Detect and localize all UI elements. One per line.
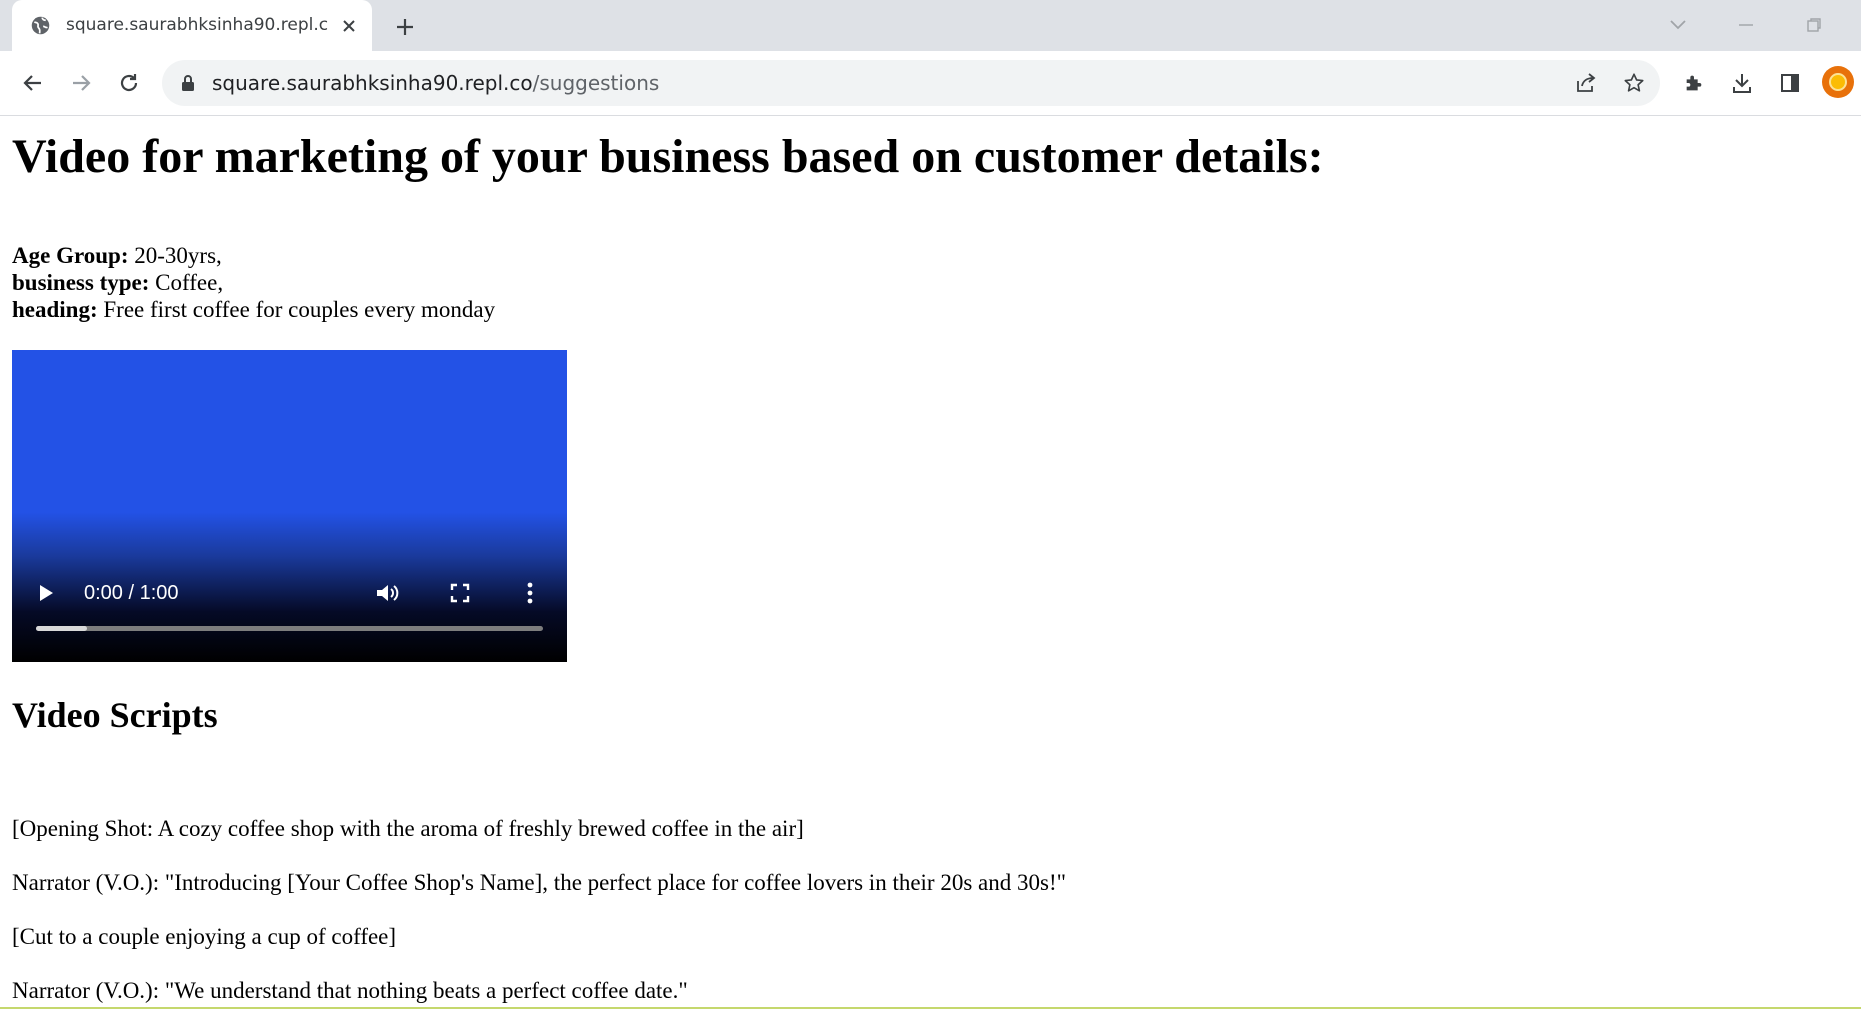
forward-arrow-icon[interactable] bbox=[63, 65, 99, 101]
reload-icon[interactable] bbox=[111, 65, 147, 101]
url-text: square.saurabhksinha90.repl.co/suggestio… bbox=[212, 60, 659, 106]
script-line: Narrator (V.O.): "Introducing [Your Coff… bbox=[12, 870, 1067, 895]
script-line: Narrator (V.O.): "We understand that not… bbox=[12, 978, 688, 1003]
detail-value: Coffee, bbox=[149, 270, 224, 295]
tab-search-icon[interactable] bbox=[1660, 10, 1696, 40]
tab-title: square.saurabhksinha90.repl.co/ bbox=[66, 15, 328, 35]
browser-toolbar: square.saurabhksinha90.repl.co/suggestio… bbox=[0, 51, 1861, 116]
volume-icon[interactable] bbox=[372, 578, 404, 608]
address-bar[interactable]: square.saurabhksinha90.repl.co/suggestio… bbox=[162, 60, 1660, 106]
globe-icon bbox=[30, 15, 51, 36]
fullscreen-icon[interactable] bbox=[444, 578, 476, 608]
new-tab-button[interactable] bbox=[390, 12, 420, 42]
detail-heading: heading: Free first coffee for couples e… bbox=[12, 296, 495, 323]
script-line: [Opening Shot: A cozy coffee shop with t… bbox=[12, 816, 804, 841]
play-icon[interactable] bbox=[32, 578, 60, 608]
detail-label: business type: bbox=[12, 270, 150, 295]
page-content: Video for marketing of your business bas… bbox=[0, 116, 1861, 1012]
back-arrow-icon[interactable] bbox=[15, 65, 51, 101]
scripts-heading: Video Scripts bbox=[12, 695, 218, 735]
close-tab-icon[interactable] bbox=[336, 13, 361, 38]
browser-tab[interactable]: square.saurabhksinha90.repl.co/ bbox=[12, 0, 372, 51]
detail-age-group: Age Group: 20-30yrs, bbox=[12, 242, 495, 269]
more-options-icon[interactable] bbox=[520, 578, 540, 608]
script-line: [Cut to a couple enjoying a cup of coffe… bbox=[12, 924, 397, 949]
video-progress-bar[interactable] bbox=[36, 626, 543, 631]
customer-details: Age Group: 20-30yrs, business type: Coff… bbox=[12, 242, 495, 323]
url-host: square.saurabhksinha90.repl.co bbox=[212, 71, 533, 95]
detail-label: heading: bbox=[12, 297, 98, 322]
share-icon[interactable] bbox=[1571, 68, 1601, 98]
profile-avatar[interactable] bbox=[1822, 66, 1854, 98]
bottom-divider bbox=[0, 1007, 1861, 1009]
download-icon[interactable] bbox=[1724, 65, 1760, 101]
tab-strip: square.saurabhksinha90.repl.co/ bbox=[0, 0, 1861, 51]
side-panel-icon[interactable] bbox=[1772, 65, 1808, 101]
video-time: 0:00 / 1:00 bbox=[84, 582, 179, 604]
video-buffered bbox=[36, 626, 87, 631]
bookmark-star-icon[interactable] bbox=[1619, 68, 1649, 98]
video-player[interactable]: 0:00 / 1:00 bbox=[12, 350, 567, 662]
detail-label: Age Group: bbox=[12, 243, 129, 268]
extensions-puzzle-icon[interactable] bbox=[1676, 65, 1712, 101]
detail-value: 20-30yrs, bbox=[128, 243, 222, 268]
lock-icon[interactable] bbox=[180, 74, 196, 92]
detail-value: Free first coffee for couples every mond… bbox=[97, 297, 496, 322]
minimize-icon[interactable] bbox=[1728, 10, 1764, 40]
page-heading: Video for marketing of your business bas… bbox=[12, 130, 1324, 183]
url-path: /suggestions bbox=[532, 71, 660, 95]
detail-business-type: business type: Coffee, bbox=[12, 269, 495, 296]
restore-icon[interactable] bbox=[1796, 10, 1832, 40]
